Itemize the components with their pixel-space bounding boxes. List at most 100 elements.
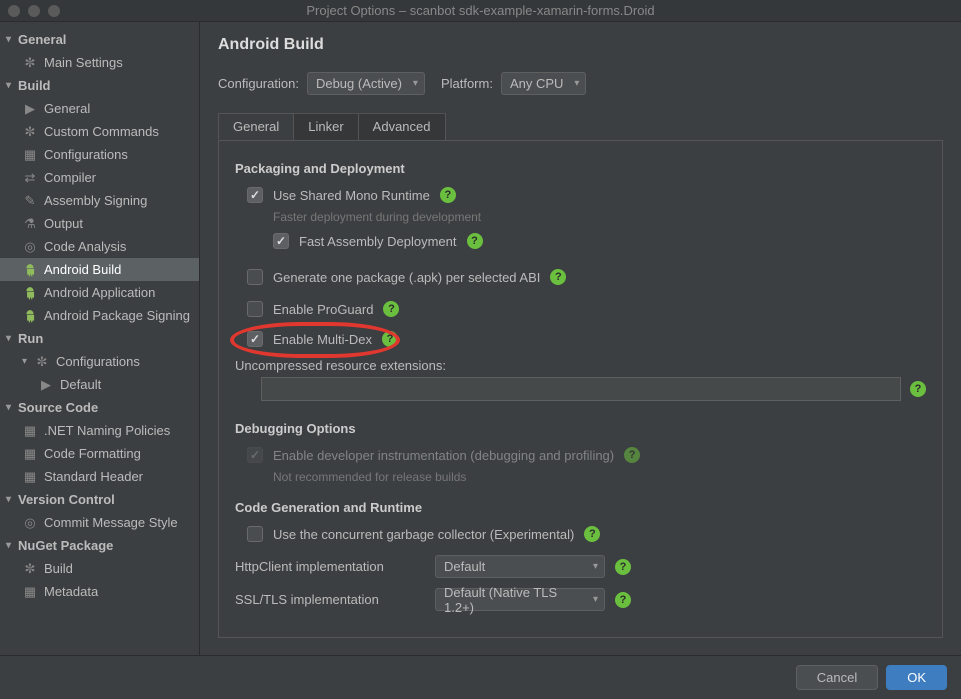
grid-icon: ▦ <box>22 446 38 462</box>
help-icon[interactable]: ? <box>615 592 631 608</box>
fast-assembly-row: Fast Assembly Deployment ? <box>273 230 926 252</box>
shared-mono-subtext: Faster deployment during development <box>273 210 926 224</box>
sidebar-item-label: General <box>44 101 90 116</box>
sidebar-item-assembly-signing[interactable]: ✎ Assembly Signing <box>0 189 199 212</box>
sidebar-item-commit-message-style[interactable]: ◎ Commit Message Style <box>0 511 199 534</box>
httpclient-label: HttpClient implementation <box>235 559 435 574</box>
sidebar-item-output[interactable]: ⚗ Output <box>0 212 199 235</box>
sidebar-section-build[interactable]: ▾ Build <box>0 74 199 97</box>
generate-apk-row: Generate one package (.apk) per selected… <box>247 266 926 288</box>
shared-mono-row: Use Shared Mono Runtime ? <box>247 184 926 206</box>
help-icon[interactable]: ? <box>440 187 456 203</box>
ssltls-row: SSL/TLS implementation Default (Native T… <box>235 588 926 611</box>
flask-icon: ⚗ <box>22 216 38 232</box>
android-icon <box>22 308 38 324</box>
sidebar-item-label: Configurations <box>56 354 140 369</box>
sidebar-item-android-build[interactable]: Android Build <box>0 258 199 281</box>
play-icon: ▶ <box>38 377 54 393</box>
help-icon[interactable]: ? <box>910 381 926 397</box>
sidebar-item-code-formatting[interactable]: ▦ Code Formatting <box>0 442 199 465</box>
sidebar-item-label: Main Settings <box>44 55 123 70</box>
sidebar-item-naming-policies[interactable]: ▦ .NET Naming Policies <box>0 419 199 442</box>
multidex-checkbox[interactable] <box>247 331 263 347</box>
dev-instr-checkbox <box>247 447 263 463</box>
sidebar-item-nuget-build[interactable]: ✼ Build <box>0 557 199 580</box>
tabs-panel: Packaging and Deployment Use Shared Mono… <box>218 140 943 638</box>
chevron-down-icon: ▾ <box>6 494 18 505</box>
sidebar-section-run[interactable]: ▾ Run <box>0 327 199 350</box>
chevron-down-icon: ▾ <box>6 540 18 551</box>
sidebar-item-configurations[interactable]: ▦ Configurations <box>0 143 199 166</box>
tab-general[interactable]: General <box>218 113 294 140</box>
android-icon <box>22 262 38 278</box>
sidebar-item-label: .NET Naming Policies <box>44 423 170 438</box>
sidebar-item-label: Metadata <box>44 584 98 599</box>
dropdown-value: Default (Native TLS 1.2+) <box>444 585 582 615</box>
sidebar-item-label: Code Analysis <box>44 239 126 254</box>
sidebar-section-label: Build <box>18 78 51 93</box>
target-icon: ◎ <box>22 239 38 255</box>
sidebar-item-label: Default <box>60 377 101 392</box>
dev-instr-row: Enable developer instrumentation (debugg… <box>247 444 926 466</box>
sidebar-item-label: Commit Message Style <box>44 515 178 530</box>
uncompressed-input[interactable] <box>261 377 901 401</box>
chevron-down-icon: ▾ <box>6 80 18 91</box>
chevron-down-icon: ▾ <box>6 402 18 413</box>
sidebar-item-main-settings[interactable]: ✼ Main Settings <box>0 51 199 74</box>
help-icon[interactable]: ? <box>624 447 640 463</box>
chevron-down-icon: ▾ <box>6 34 18 45</box>
ssltls-dropdown[interactable]: Default (Native TLS 1.2+) <box>435 588 605 611</box>
sidebar-item-label: Android Package Signing <box>44 308 190 323</box>
sidebar-section-general[interactable]: ▾ General <box>0 28 199 51</box>
platform-dropdown[interactable]: Any CPU <box>501 72 586 95</box>
content-pane: Android Build Configuration: Debug (Acti… <box>200 22 961 655</box>
configuration-dropdown[interactable]: Debug (Active) <box>307 72 425 95</box>
panel-body: Packaging and Deployment Use Shared Mono… <box>219 141 942 637</box>
sidebar-item-android-package-signing[interactable]: Android Package Signing <box>0 304 199 327</box>
sidebar-item-compiler[interactable]: ⇄ Compiler <box>0 166 199 189</box>
sidebar-item-code-analysis[interactable]: ◎ Code Analysis <box>0 235 199 258</box>
concurrent-gc-checkbox[interactable] <box>247 526 263 542</box>
dropdown-value: Any CPU <box>510 76 563 91</box>
project-options-window: Project Options – scanbot sdk-example-xa… <box>0 0 961 699</box>
gear-icon: ✼ <box>22 124 38 140</box>
sidebar-section-version-control[interactable]: ▾ Version Control <box>0 488 199 511</box>
httpclient-dropdown[interactable]: Default <box>435 555 605 578</box>
help-icon[interactable]: ? <box>615 559 631 575</box>
checkbox-label: Generate one package (.apk) per selected… <box>273 270 540 285</box>
grid-icon: ▦ <box>22 423 38 439</box>
ok-button[interactable]: OK <box>886 665 947 690</box>
shared-mono-checkbox[interactable] <box>247 187 263 203</box>
sidebar-item-android-application[interactable]: Android Application <box>0 281 199 304</box>
debugging-heading: Debugging Options <box>235 421 926 436</box>
sidebar-section-nuget[interactable]: ▾ NuGet Package <box>0 534 199 557</box>
help-icon[interactable]: ? <box>382 331 398 347</box>
help-icon[interactable]: ? <box>383 301 399 317</box>
key-icon: ✎ <box>22 193 38 209</box>
sidebar-item-nuget-metadata[interactable]: ▦ Metadata <box>0 580 199 603</box>
help-icon[interactable]: ? <box>467 233 483 249</box>
sidebar-section-label: Version Control <box>18 492 115 507</box>
compiler-icon: ⇄ <box>22 170 38 186</box>
help-icon[interactable]: ? <box>550 269 566 285</box>
sidebar-section-source-code[interactable]: ▾ Source Code <box>0 396 199 419</box>
fast-assembly-checkbox[interactable] <box>273 233 289 249</box>
tab-strip: General Linker Advanced <box>218 112 943 139</box>
generate-apk-checkbox[interactable] <box>247 269 263 285</box>
grid-icon: ▦ <box>22 469 38 485</box>
platform-label: Platform: <box>441 76 493 91</box>
proguard-checkbox[interactable] <box>247 301 263 317</box>
sidebar-item-standard-header[interactable]: ▦ Standard Header <box>0 465 199 488</box>
checkbox-label: Fast Assembly Deployment <box>299 234 457 249</box>
help-icon[interactable]: ? <box>584 526 600 542</box>
dropdown-value: Default <box>444 559 485 574</box>
sidebar-item-general[interactable]: ▶ General <box>0 97 199 120</box>
sidebar-item-label: Code Formatting <box>44 446 141 461</box>
cancel-button[interactable]: Cancel <box>796 665 878 690</box>
sidebar-item-default[interactable]: ▶ Default <box>0 373 199 396</box>
sidebar-item-custom-commands[interactable]: ✼ Custom Commands <box>0 120 199 143</box>
sidebar-item-run-configurations[interactable]: ▾ ✼ Configurations <box>0 350 199 373</box>
tab-linker[interactable]: Linker <box>293 113 358 140</box>
sidebar-section-label: Run <box>18 331 43 346</box>
tab-advanced[interactable]: Advanced <box>358 113 446 140</box>
